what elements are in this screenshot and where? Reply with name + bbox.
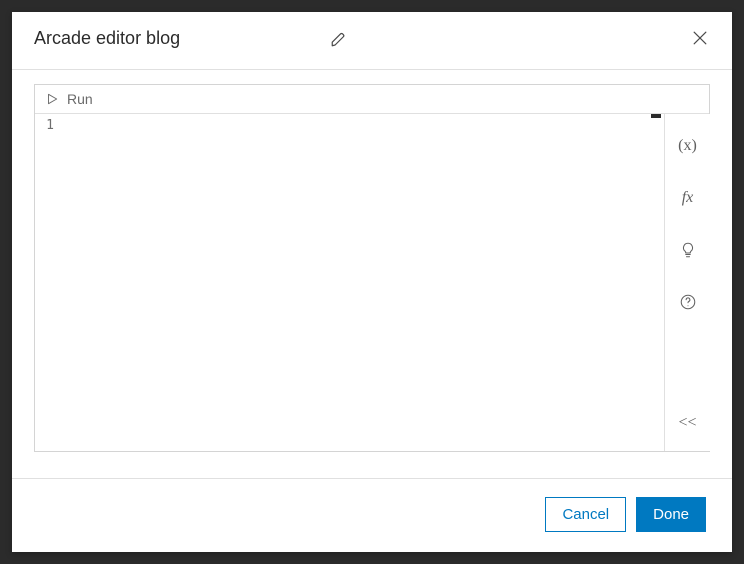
close-icon	[690, 28, 710, 48]
editor-frame: Run 1 (x) fx	[34, 84, 710, 452]
modal-body: Run 1 (x) fx	[12, 70, 732, 479]
suggestions-button[interactable]	[676, 238, 700, 262]
run-label: Run	[67, 91, 93, 107]
line-gutter: 1	[35, 114, 65, 451]
arcade-editor-modal: Arcade editor blog	[12, 12, 732, 552]
done-button[interactable]: Done	[636, 497, 706, 532]
modal-header: Arcade editor blog	[12, 12, 732, 70]
pencil-icon	[330, 30, 348, 48]
functions-button[interactable]: fx	[676, 186, 700, 210]
close-button[interactable]	[690, 28, 710, 48]
lightbulb-icon	[679, 241, 697, 259]
run-button[interactable]: Run	[35, 85, 709, 114]
modal-title: Arcade editor blog	[34, 28, 180, 49]
cursor-marker	[651, 114, 661, 118]
chevron-double-left-icon: <<	[678, 414, 696, 432]
code-area[interactable]: 1 (x) fx	[35, 114, 709, 451]
variables-icon: (x)	[678, 137, 697, 155]
code-text[interactable]	[65, 114, 709, 451]
variables-button[interactable]: (x)	[676, 134, 700, 158]
cancel-button[interactable]: Cancel	[545, 497, 626, 532]
collapse-panel-button[interactable]: <<	[676, 411, 700, 435]
modal-footer: Cancel Done	[12, 479, 732, 552]
line-number: 1	[35, 118, 65, 133]
edit-title-button[interactable]	[330, 30, 348, 48]
fx-icon: fx	[682, 189, 694, 207]
play-icon	[45, 92, 59, 106]
help-button[interactable]	[676, 290, 700, 314]
help-icon	[679, 293, 697, 311]
side-tool-panel: (x) fx	[664, 114, 710, 451]
